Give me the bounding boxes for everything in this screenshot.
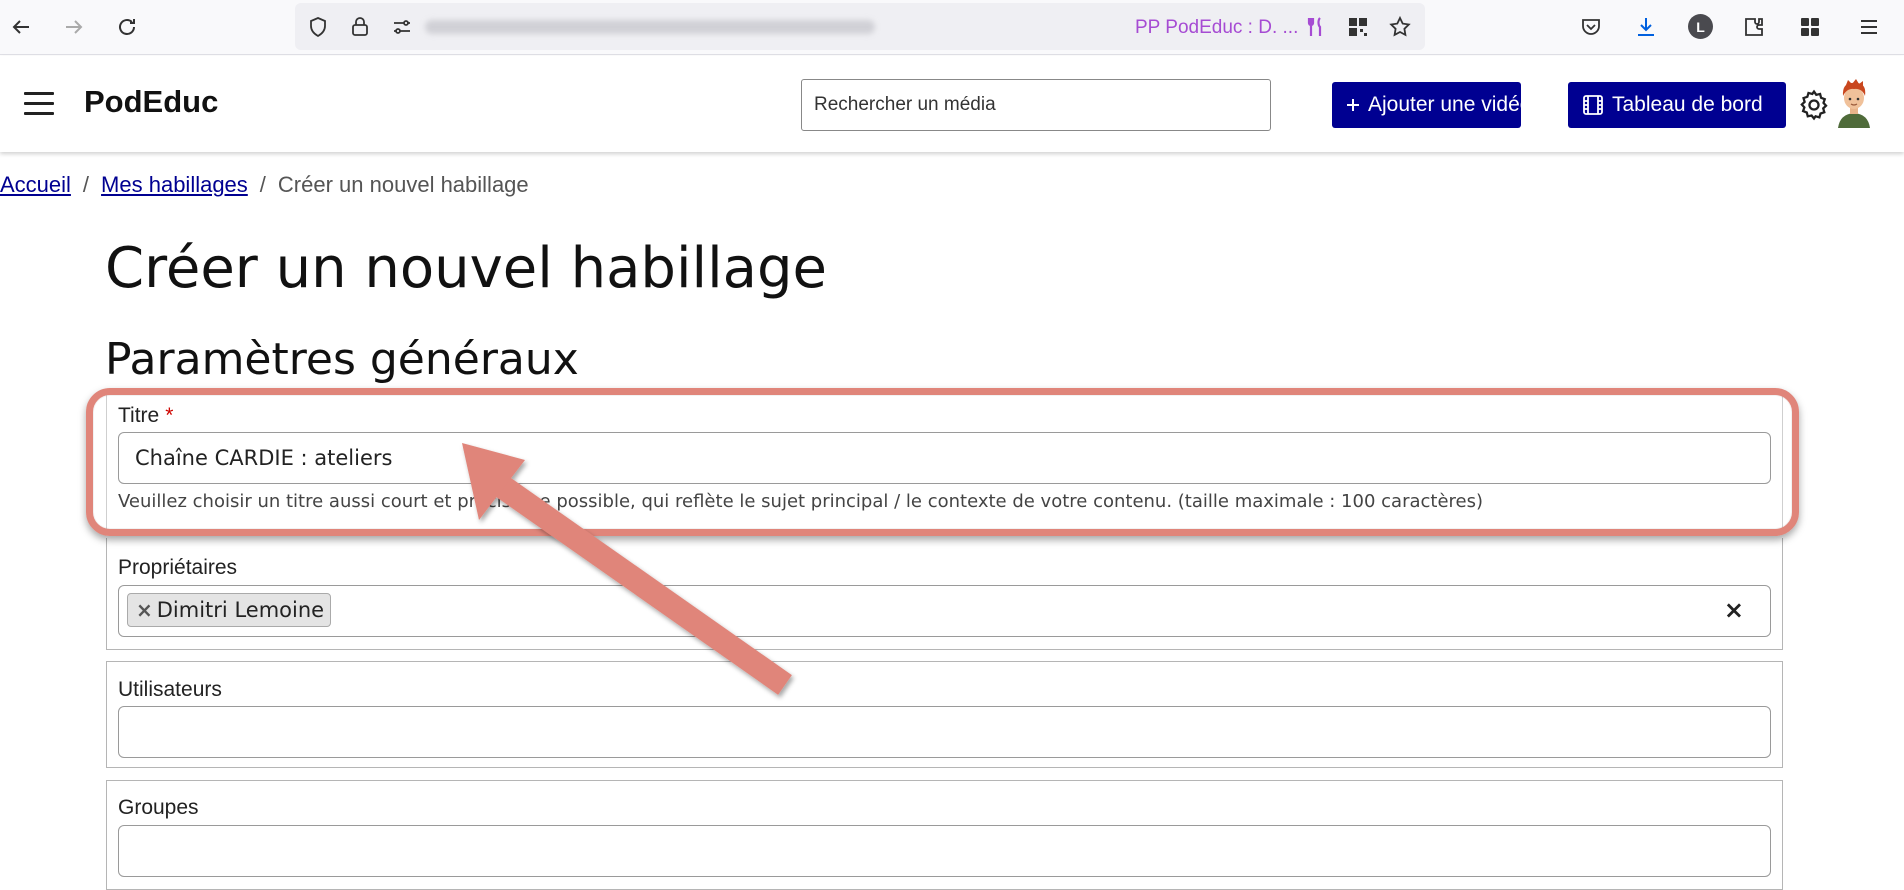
add-video-label: Ajouter une vidéo: [1368, 93, 1532, 116]
title-field-label: Titre *: [118, 404, 173, 428]
extensions-icon[interactable]: [1741, 14, 1767, 40]
users-fieldset: Utilisateurs: [106, 661, 1783, 768]
user-avatar[interactable]: [1834, 78, 1874, 128]
lock-icon[interactable]: [347, 14, 373, 40]
site-header: PodEduc Ajouter une vidéo Tableau de bor…: [0, 56, 1904, 152]
back-arrow-icon[interactable]: [8, 14, 34, 40]
owner-tag-label: Dimitri Lemoine: [156, 598, 325, 622]
url-text[interactable]: [425, 20, 875, 34]
pocket-icon[interactable]: [1578, 14, 1604, 40]
breadcrumb: Accueil / Mes habillages / Créer un nouvel h…: [0, 172, 529, 198]
plus-icon: [1346, 98, 1360, 112]
download-icon[interactable]: [1633, 14, 1659, 40]
breadcrumb-separator: /: [259, 172, 266, 197]
title-input[interactable]: [118, 432, 1771, 484]
apps-icon[interactable]: [1797, 14, 1823, 40]
account-avatar[interactable]: L: [1688, 14, 1713, 39]
film-icon: [1582, 94, 1604, 116]
owners-fieldset: Propriétaires × Dimitri Lemoine ×: [106, 538, 1783, 650]
breadcrumb-separator: /: [82, 172, 90, 197]
owners-field-label: Propriétaires: [118, 556, 238, 579]
breadcrumb-current: Créer un nouvel habillage: [277, 172, 529, 197]
owners-select[interactable]: × Dimitri Lemoine ×: [118, 585, 1771, 637]
gear-icon[interactable]: [1797, 88, 1831, 122]
url-bar[interactable]: PP PodEduc : D. ...: [295, 3, 1425, 50]
add-video-button[interactable]: Ajouter une vidéo: [1332, 82, 1531, 128]
dashboard-button[interactable]: Tableau de bord: [1568, 82, 1786, 128]
title-fieldset: Titre* Veuillez choisir un titre aussi c…: [106, 394, 1783, 530]
groups-field-label: Groupes: [118, 796, 199, 819]
title-help-text: Veuillez choisir un titre aussi court et…: [118, 491, 1484, 512]
search-input[interactable]: [801, 79, 1271, 131]
tag-remove-icon[interactable]: ×: [136, 598, 153, 622]
clear-selection-icon[interactable]: ×: [1724, 596, 1744, 624]
breadcrumb-link-home[interactable]: Accueil: [0, 172, 71, 197]
tab-title: PP PodEduc : D. ...: [1135, 17, 1299, 38]
forward-arrow-icon[interactable]: [61, 14, 87, 40]
hamburger-menu-icon[interactable]: [24, 92, 54, 116]
owner-tag: × Dimitri Lemoine: [127, 593, 332, 627]
users-field-label: Utilisateurs: [118, 678, 222, 701]
users-input[interactable]: [118, 706, 1771, 758]
dashboard-label: Tableau de bord: [1612, 93, 1763, 116]
page-title: Créer un nouvel habillage: [105, 236, 827, 301]
qr-code-icon[interactable]: [1345, 14, 1371, 40]
brand-logo[interactable]: PodEduc: [84, 84, 218, 120]
fork-knife-icon[interactable]: [1303, 14, 1329, 40]
browser-toolbar: PP PodEduc : D. ... L: [0, 0, 1904, 55]
star-icon[interactable]: [1387, 14, 1413, 40]
menu-icon[interactable]: [1856, 14, 1882, 40]
title-label-text: Titre: [118, 404, 160, 427]
shield-icon[interactable]: [305, 14, 331, 40]
section-title: Paramètres généraux: [105, 334, 579, 385]
breadcrumb-link-skins[interactable]: Mes habillages: [101, 172, 248, 197]
reload-icon[interactable]: [114, 14, 140, 40]
permissions-icon[interactable]: [389, 14, 415, 40]
required-asterisk: *: [165, 404, 174, 427]
groups-fieldset: Groupes: [106, 780, 1783, 890]
groups-input[interactable]: [118, 825, 1771, 877]
